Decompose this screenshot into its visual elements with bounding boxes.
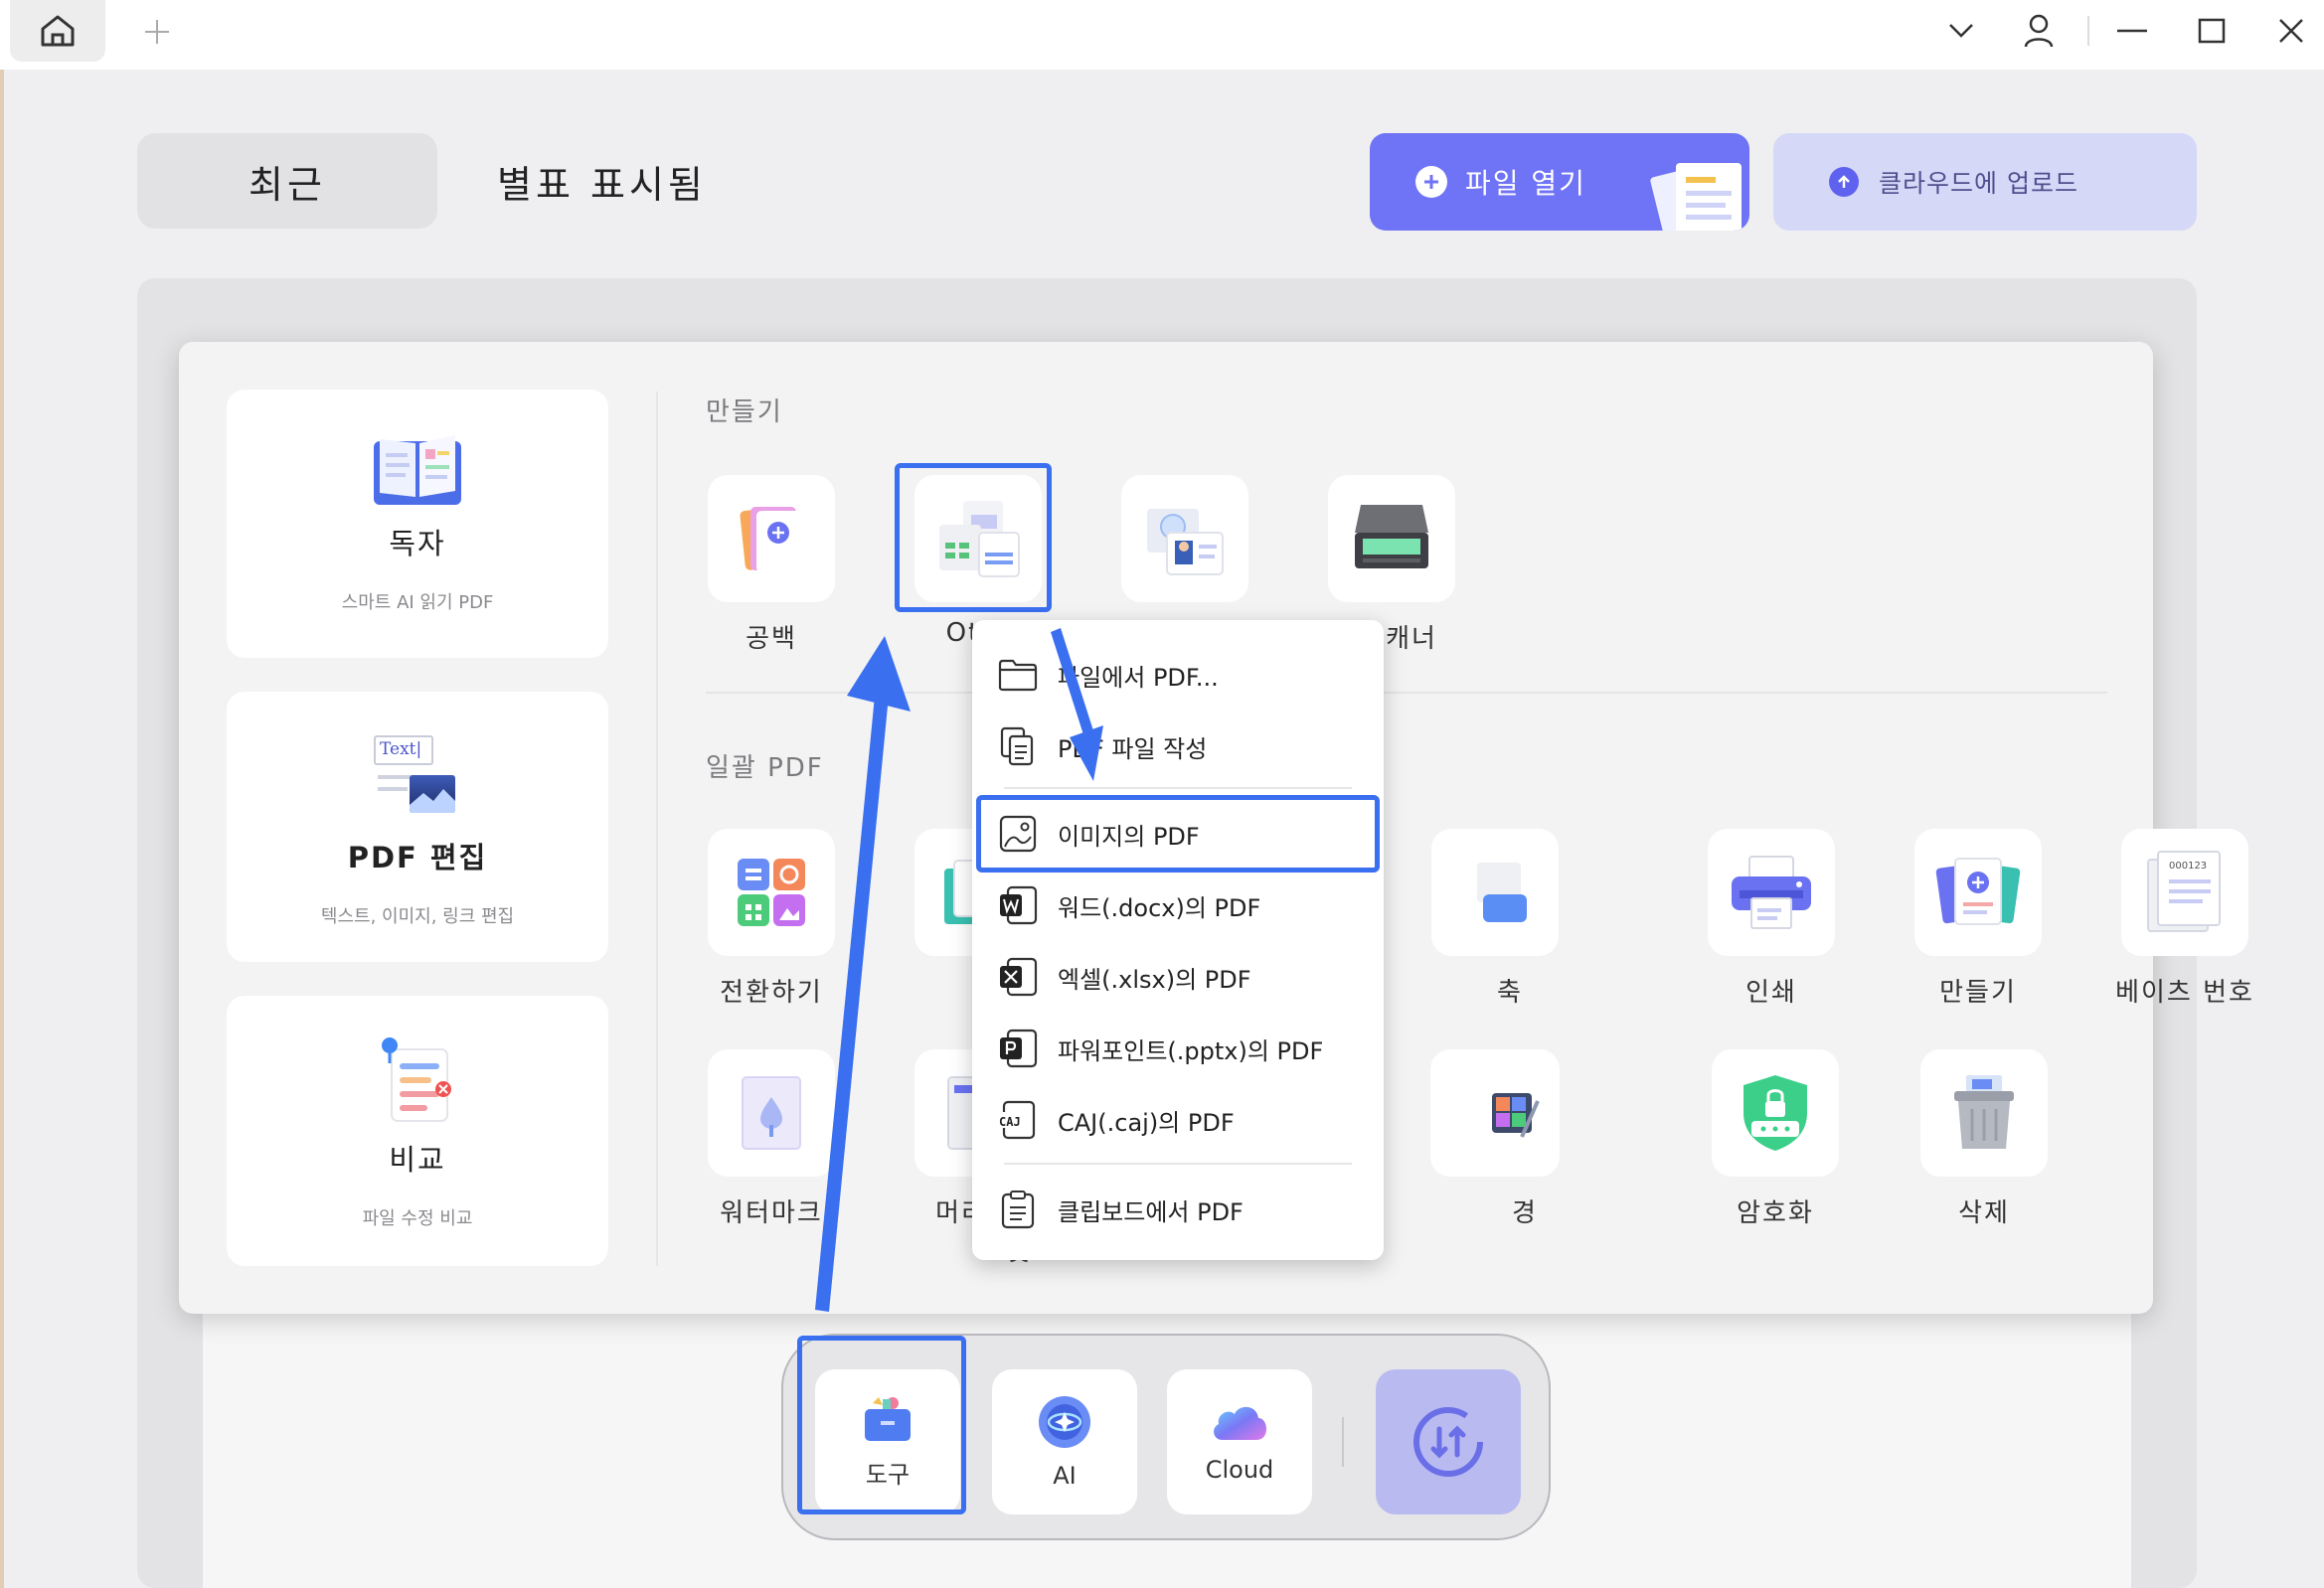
- annotation-arrow-down: [1051, 628, 1097, 747]
- annotation-arrow-down-head: [1070, 725, 1103, 781]
- annotation-arrow-up: [815, 696, 889, 1312]
- annotation-arrows: [815, 628, 1103, 1312]
- annotation-arrow-up-head: [847, 636, 911, 712]
